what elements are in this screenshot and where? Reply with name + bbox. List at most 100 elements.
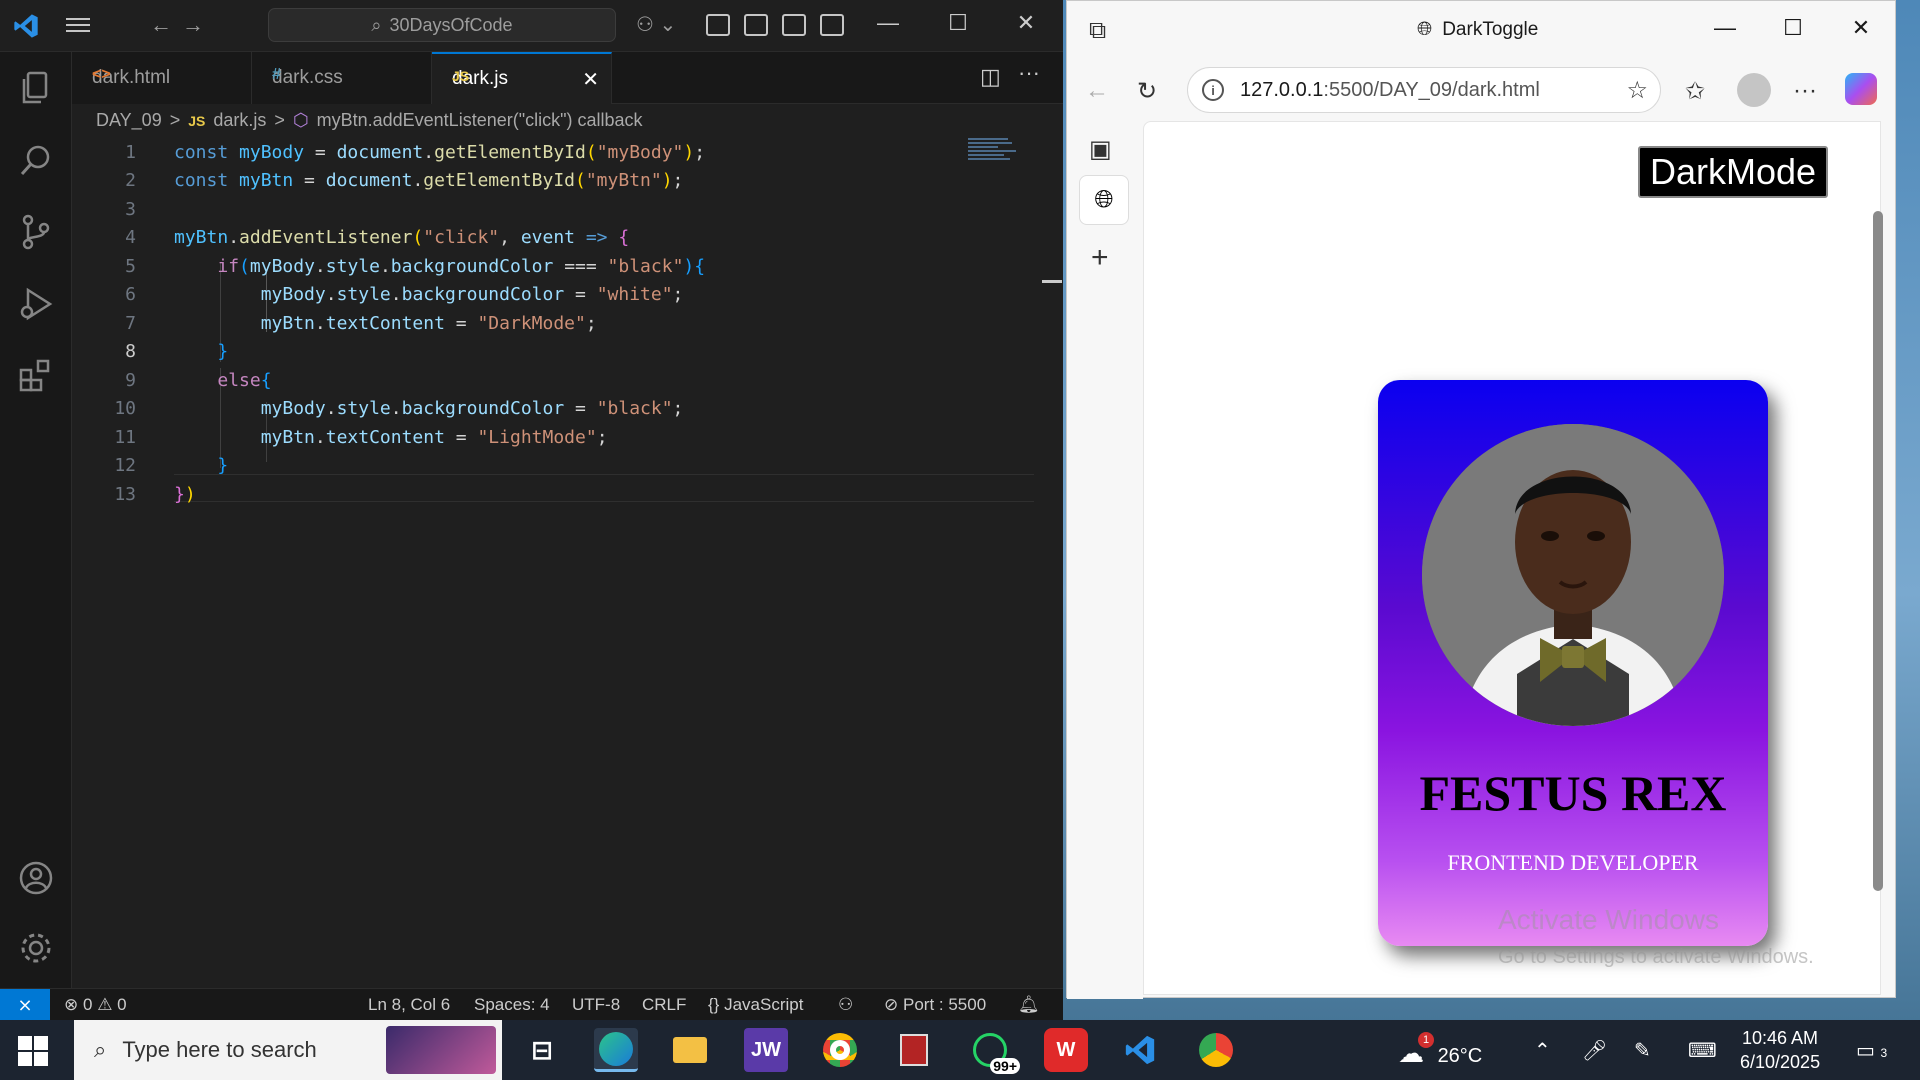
taskbar: ⌕ Type here to search ⊟ JW 99+ W ☁︎ 1 26… — [0, 1020, 1920, 1080]
wps-office-icon[interactable]: W — [1044, 1028, 1088, 1072]
accounts-icon[interactable] — [16, 858, 56, 898]
minimap[interactable] — [968, 138, 1024, 168]
maximize-icon[interactable]: ☐ — [1773, 15, 1813, 41]
run-debug-icon[interactable] — [16, 284, 56, 324]
toggle-panel-icon[interactable] — [782, 14, 806, 36]
line-number: 2 — [125, 170, 136, 192]
profile-avatar[interactable] — [1737, 73, 1771, 107]
active-tab-globe-icon[interactable]: 🌐︎ — [1079, 175, 1129, 225]
settings-gear-icon[interactable] — [16, 928, 56, 968]
pen-icon[interactable]: ✎ — [1634, 1038, 1651, 1063]
favorites-icon[interactable]: ✩ — [1685, 77, 1705, 106]
tab-actions-icon[interactable]: ⧉ — [1089, 17, 1106, 45]
breadcrumb-separator: > — [274, 110, 285, 130]
more-options-icon[interactable]: ··· — [1793, 77, 1817, 105]
app-red-icon[interactable] — [892, 1028, 936, 1072]
breadcrumb-file[interactable]: dark.js — [213, 110, 266, 131]
breadcrumb-symbol[interactable]: myBtn.addEventListener("click") callback — [317, 110, 643, 131]
warning-icon: ⚠ — [97, 995, 113, 1014]
tab-label: dark.css — [272, 67, 343, 88]
remote-icon[interactable]: ⨯ — [0, 989, 50, 1021]
chrome-icon[interactable] — [818, 1028, 862, 1072]
whatsapp-icon[interactable]: 99+ — [968, 1028, 1020, 1074]
line-number: 1 — [125, 141, 136, 163]
indentation[interactable]: Spaces: 4 — [474, 995, 550, 1015]
tab-dark-js[interactable]: JS dark.js ✕ — [432, 52, 612, 104]
back-arrow-icon[interactable]: ← — [150, 12, 172, 38]
minimize-icon[interactable]: — — [1705, 15, 1745, 41]
new-tab-icon[interactable]: + — [1091, 241, 1109, 275]
encoding[interactable]: UTF-8 — [572, 995, 620, 1015]
show-hidden-icons-icon[interactable]: ⌃ — [1534, 1038, 1551, 1063]
microphone-icon[interactable]: 🎤︎ — [1582, 1038, 1607, 1063]
scrollbar-thumb[interactable] — [1042, 280, 1062, 283]
breadcrumb: DAY_09 > JS dark.js > ⬡ myBtn.addEventLi… — [96, 110, 643, 131]
line-ending[interactable]: CRLF — [642, 995, 686, 1015]
windows-start-icon[interactable] — [18, 1036, 48, 1066]
customize-layout-icon[interactable] — [706, 14, 730, 36]
close-icon[interactable]: ✕ — [1841, 15, 1881, 41]
minimize-icon[interactable]: — — [868, 10, 908, 36]
toggle-secondary-sidebar-icon[interactable] — [820, 14, 844, 36]
close-icon[interactable]: ✕ — [1006, 10, 1046, 36]
profile-photo — [1422, 424, 1724, 726]
line-number: 7 — [125, 312, 136, 334]
notifications-bell-icon[interactable]: 🔔︎ — [1018, 995, 1040, 1015]
search-icon[interactable] — [16, 140, 56, 180]
browser-window: ⧉ 🌐︎ DarkToggle — ☐ ✕ ← ↻ i 127.0.0.1:55… — [1066, 0, 1897, 999]
source-control-icon[interactable] — [16, 212, 56, 252]
keyboard-icon[interactable]: ⌨ — [1688, 1038, 1717, 1063]
vscode-titlebar: ← → ⌕ 30DaysOfCode ⚇ ⌄ — ☐ ✕ — [0, 0, 1063, 52]
vscode-taskbar-icon[interactable] — [1118, 1028, 1162, 1072]
cursor-position[interactable]: Ln 8, Col 6 — [368, 995, 450, 1015]
back-icon[interactable]: ← — [1085, 77, 1109, 105]
status-bar: ⨯ ⊗ 0 ⚠ 0 Ln 8, Col 6 Spaces: 4 UTF-8 CR… — [0, 988, 1063, 1021]
code-editor[interactable]: 1 const myBody = document.getElementById(… — [72, 138, 1042, 988]
file-explorer-icon[interactable] — [668, 1028, 712, 1072]
line-number: 5 — [125, 255, 136, 277]
copilot-icon[interactable]: ⚇ ⌄ — [636, 12, 676, 37]
vscode-logo-icon — [14, 14, 38, 38]
refresh-icon[interactable]: ↻ — [1137, 77, 1157, 106]
weather-widget[interactable]: ☁︎ 1 26°C — [1398, 1032, 1482, 1069]
problems-indicator[interactable]: ⊗ 0 ⚠ 0 — [64, 995, 127, 1015]
tab-dark-html[interactable]: <> dark.html — [72, 52, 252, 104]
explorer-icon[interactable] — [16, 68, 56, 108]
line-number: 6 — [125, 284, 136, 306]
forward-arrow-icon[interactable]: → — [182, 12, 204, 38]
live-server-port[interactable]: ⊘ Port : 5500 — [884, 995, 986, 1015]
toggle-primary-sidebar-icon[interactable] — [744, 14, 768, 36]
close-tab-icon[interactable]: ✕ — [582, 67, 599, 92]
darkmode-toggle-button[interactable]: DarkMode — [1638, 146, 1828, 198]
language-mode[interactable]: {} JavaScript — [708, 995, 803, 1015]
address-bar[interactable]: i 127.0.0.1:5500/DAY_09/dark.html ☆ — [1187, 67, 1661, 113]
chrome-profile-icon[interactable] — [1194, 1028, 1238, 1072]
taskbar-search[interactable]: ⌕ Type here to search — [74, 1020, 502, 1080]
page-scrollbar[interactable] — [1873, 211, 1883, 891]
search-placeholder: Type here to search — [122, 1037, 317, 1062]
menu-icon[interactable] — [66, 14, 92, 38]
activation-watermark-title: Activate Windows — [1498, 904, 1719, 935]
edge-taskbar-icon[interactable] — [594, 1028, 638, 1072]
breadcrumb-folder[interactable]: DAY_09 — [96, 110, 162, 131]
site-info-icon[interactable]: i — [1202, 79, 1224, 101]
favorite-star-icon[interactable]: ☆ — [1626, 76, 1648, 105]
sidebar-toggle-icon[interactable]: ▣ — [1089, 135, 1112, 164]
task-view-icon[interactable]: ⊟ — [520, 1028, 564, 1072]
vscode-window: ← → ⌕ 30DaysOfCode ⚇ ⌄ — ☐ ✕ <> dark.htm… — [0, 0, 1063, 1021]
copilot-status-icon[interactable]: ⚇ — [838, 995, 853, 1015]
copilot-icon[interactable] — [1845, 73, 1877, 105]
time: 10:46 AM — [1742, 1028, 1819, 1048]
command-center-search[interactable]: ⌕ 30DaysOfCode — [268, 8, 616, 42]
jw-app-icon[interactable]: JW — [744, 1028, 788, 1072]
maximize-icon[interactable]: ☐ — [938, 10, 978, 36]
extensions-icon[interactable] — [16, 356, 56, 396]
notifications-icon[interactable]: ▭ 3 — [1856, 1038, 1887, 1063]
more-actions-icon[interactable]: ··· — [1018, 60, 1040, 86]
browser-tab-title[interactable]: 🌐︎ DarkToggle — [1417, 19, 1538, 41]
system-clock[interactable]: 10:46 AM 6/10/2025 — [1740, 1026, 1820, 1074]
tab-dark-css[interactable]: # dark.css — [252, 52, 432, 104]
browser-toolbar: ← ↻ i 127.0.0.1:5500/DAY_09/dark.html ☆ … — [1067, 63, 1897, 119]
split-editor-icon[interactable]: ◫ — [980, 64, 1001, 90]
symbol-method-icon: ⬡ — [292, 110, 309, 130]
